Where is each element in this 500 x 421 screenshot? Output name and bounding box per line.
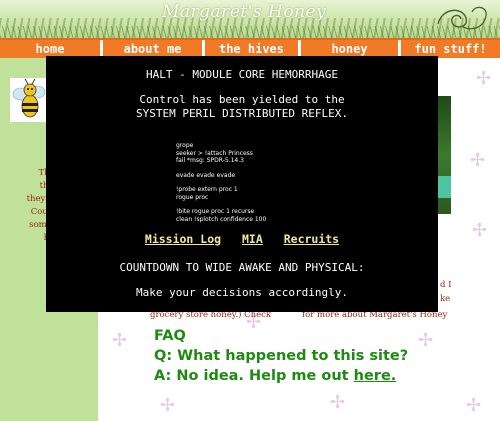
mia-link[interactable]: MIA xyxy=(242,232,263,246)
bee-mascot xyxy=(10,78,50,122)
console-gap xyxy=(176,165,376,172)
bee-icon xyxy=(12,78,46,118)
overlay-countdown: COUNTDOWN TO WIDE AWAKE AND PHYSICAL: xyxy=(119,261,365,274)
header-banner: Margaret's Honey xyxy=(0,0,500,38)
console-gap xyxy=(176,179,376,186)
overlay-line-1: Control has been yielded to the xyxy=(139,93,345,106)
faq-answer-text: A: No idea. Help me out xyxy=(154,368,354,384)
console-line: grope xyxy=(176,142,194,149)
site-title[interactable]: Margaret's Honey xyxy=(162,2,326,22)
console-line: fail *msg: SPDR-5.14.3 xyxy=(176,157,244,164)
main-text-fragment-end-2: ke xyxy=(440,294,451,304)
faq-heading: FAQ xyxy=(154,328,186,344)
recruits-link[interactable]: Recruits xyxy=(284,232,339,246)
overlay-line-2: SYSTEM PERIL DISTRIBUTED REFLEX. xyxy=(136,107,348,120)
mission-log-link[interactable]: Mission Log xyxy=(145,232,221,246)
main-text-fragment-end-1: d I xyxy=(440,280,452,290)
faq-question: Q: What happened to this site? xyxy=(154,348,409,364)
swirl-decoration-icon xyxy=(437,6,487,30)
overlay-closing: Make your decisions accordingly. xyxy=(136,286,348,299)
overlay-links: Mission Log MIA Recruits xyxy=(46,232,438,246)
faq-answer: A: No idea. Help me out here. xyxy=(154,368,396,384)
dragonfly-decoration-icon: ✢ xyxy=(112,330,128,351)
dragonfly-decoration-icon: ✢ xyxy=(476,68,492,89)
nav-fun-stuff-label: fun stuff! xyxy=(414,42,487,56)
overlay-title: HALT - MODULE CORE HEMORRHAGE xyxy=(145,68,339,81)
nav-the-hives-label: the hives xyxy=(218,42,285,56)
banner-grass-detail xyxy=(0,26,500,38)
dragonfly-decoration-icon: ✢ xyxy=(160,395,176,416)
faq-help-link[interactable]: here. xyxy=(354,368,397,384)
console-line: !probe extern proc 1 xyxy=(176,186,238,193)
hive-photo-accent xyxy=(438,176,451,198)
console-line: evade evade evade xyxy=(176,171,236,179)
console-log: grope seeker > !attach Princess fail *ms… xyxy=(176,142,376,223)
dragonfly-decoration-icon: ✢ xyxy=(472,220,488,241)
console-line: rogue proc xyxy=(176,193,209,201)
nav-honey-label: honey xyxy=(331,42,368,56)
dragonfly-decoration-icon: ✢ xyxy=(418,330,434,351)
dragonfly-decoration-icon: ✢ xyxy=(330,392,346,413)
console-gap xyxy=(176,201,376,208)
dragonfly-decoration-icon: ✢ xyxy=(466,395,482,416)
console-line: seeker > !attach Princess xyxy=(176,149,253,157)
console-line: !bite rogue proc 1 recurse xyxy=(176,208,255,215)
hijack-overlay: HALT - MODULE CORE HEMORRHAGE Control ha… xyxy=(46,56,438,312)
main-nav: home about me the hives honey fun stuff! xyxy=(0,38,500,58)
nav-home-label: home xyxy=(35,42,65,56)
nav-about-me-label: about me xyxy=(123,42,182,56)
dragonfly-decoration-icon: ✢ xyxy=(470,150,486,171)
console-line: clean !splotch confidence 100 xyxy=(176,215,267,223)
